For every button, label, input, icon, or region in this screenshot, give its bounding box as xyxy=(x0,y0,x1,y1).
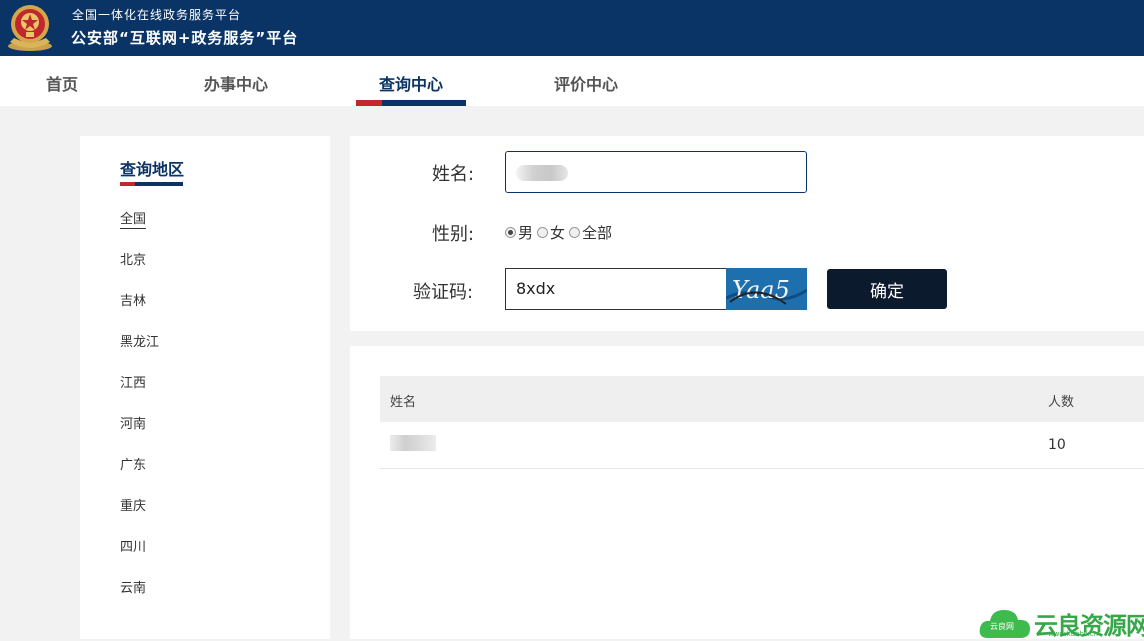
gender-option-male-label: 男 xyxy=(518,224,534,242)
region-item-sichuan[interactable]: 四川 xyxy=(120,536,146,555)
query-form: 姓名: 性别: 男 女 全部 验证码: 8xdx Yaa5 确定 xyxy=(350,136,1144,331)
gender-option-male[interactable]: 男 xyxy=(505,222,533,243)
region-item-jilin[interactable]: 吉林 xyxy=(120,290,146,309)
captcha-label: 验证码: xyxy=(413,282,474,303)
results-panel: 姓名 人数 10 xyxy=(350,346,1144,639)
main-nav: 首页 办事中心 查询中心 评价中心 xyxy=(0,56,1144,106)
gender-option-all-label: 全部 xyxy=(582,224,613,242)
nav-service-center[interactable]: 办事中心 xyxy=(204,71,268,95)
column-header-count: 人数 xyxy=(1048,395,1075,410)
region-item-chongqing[interactable]: 重庆 xyxy=(120,495,146,514)
results-table-header: 姓名 人数 xyxy=(380,376,1144,422)
region-item-beijing[interactable]: 北京 xyxy=(120,249,146,268)
police-emblem-icon xyxy=(8,5,52,51)
column-header-name: 姓名 xyxy=(390,395,417,410)
header-title: 公安部“互联网+政务服务”平台 xyxy=(71,29,299,47)
radio-male[interactable] xyxy=(505,227,516,238)
nav-query-center[interactable]: 查询中心 xyxy=(379,71,443,95)
sidebar-title-underline xyxy=(120,182,183,186)
name-value-redacted xyxy=(516,165,568,181)
nav-active-indicator xyxy=(356,100,466,106)
gender-radio-group: 男 女 全部 xyxy=(505,222,616,243)
table-row: 10 xyxy=(380,422,1144,469)
result-count: 10 xyxy=(1048,437,1066,453)
top-header: 全国一体化在线政务服务平台 公安部“互联网+政务服务”平台 xyxy=(0,0,1144,56)
captcha-image-art: Yaa5 xyxy=(726,268,807,310)
region-item-yunnan[interactable]: 云南 xyxy=(120,577,146,596)
region-item-jiangxi[interactable]: 江西 xyxy=(120,372,146,391)
nav-home[interactable]: 首页 xyxy=(46,71,78,95)
header-subtitle: 全国一体化在线政务服务平台 xyxy=(72,8,242,22)
watermark-small-text: 云良网 xyxy=(990,622,1014,631)
nav-review-center[interactable]: 评价中心 xyxy=(554,71,618,95)
gender-option-female[interactable]: 女 xyxy=(537,222,565,243)
confirm-button[interactable]: 确定 xyxy=(827,269,947,309)
region-sidebar: 查询地区 全国 北京 吉林 黑龙江 江西 河南 广东 重庆 四川 云南 xyxy=(80,136,330,639)
radio-all[interactable] xyxy=(569,227,581,238)
site-watermark: 云良网 云良资源网 www.kubbs.cn xyxy=(978,606,1144,640)
radio-female[interactable] xyxy=(537,227,549,238)
name-label: 姓名: xyxy=(432,164,475,185)
watermark-url: www.kubbs.cn xyxy=(1048,630,1099,638)
captcha-image[interactable]: Yaa5 xyxy=(726,268,807,310)
region-item-guangdong[interactable]: 广东 xyxy=(120,454,146,473)
name-input[interactable] xyxy=(505,151,807,193)
gender-option-female-label: 女 xyxy=(550,224,566,242)
region-item-heilongjiang[interactable]: 黑龙江 xyxy=(120,331,159,350)
region-item-all[interactable]: 全国 xyxy=(120,208,147,229)
sidebar-title: 查询地区 xyxy=(120,160,185,179)
gender-label: 性别: xyxy=(432,224,475,245)
gender-option-all[interactable]: 全部 xyxy=(569,222,612,243)
region-item-henan[interactable]: 河南 xyxy=(120,413,146,432)
result-name-redacted xyxy=(390,435,436,451)
captcha-input[interactable]: 8xdx xyxy=(505,268,727,310)
